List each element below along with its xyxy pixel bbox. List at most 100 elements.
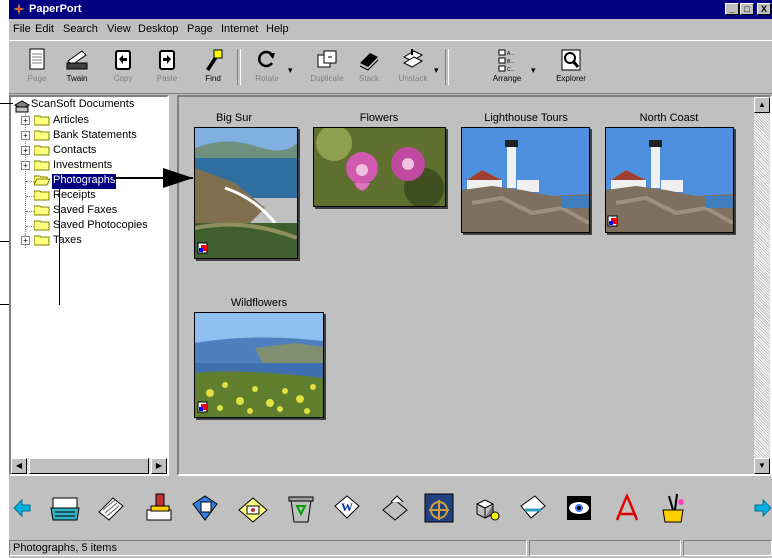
expand-icon[interactable]: +	[21, 146, 30, 155]
tree-guide	[26, 196, 34, 197]
tree-item-articles[interactable]: Articles	[53, 114, 89, 129]
menu-desktop[interactable]: Desktop	[138, 23, 178, 35]
folder-icon	[34, 160, 50, 171]
unstack-dropdown-icon[interactable]: ▾	[434, 65, 439, 76]
documents-icon[interactable]	[95, 492, 127, 524]
toolbar: Page Twain Copy Paste Find Rotate ▾ Dupl…	[9, 40, 772, 94]
unstack-button[interactable]: Unstack	[391, 45, 435, 89]
svg-text:W: W	[341, 500, 353, 514]
menu-bar: File Edit Search View Desktop Page Inter…	[9, 20, 772, 38]
tree-item-saved-faxes[interactable]: Saved Faxes	[53, 204, 117, 219]
menu-page[interactable]: Page	[187, 23, 213, 35]
typewriter-icon[interactable]	[49, 492, 81, 524]
toolbar-separator	[237, 49, 241, 85]
page-button[interactable]: Page	[15, 45, 59, 89]
ship-icon[interactable]	[423, 492, 455, 524]
minimize-button[interactable]: _	[725, 3, 739, 15]
menu-internet[interactable]: Internet	[221, 23, 258, 35]
status-text: Photographs, 5 items	[9, 540, 527, 556]
arrange-button[interactable]: A... B... C... Arrange	[485, 45, 529, 89]
scroll-right-button[interactable]: ▶	[151, 458, 167, 474]
menu-search[interactable]: Search	[63, 23, 98, 35]
window-title: PaperPort	[29, 3, 82, 15]
folder-icon	[34, 220, 50, 231]
vertical-scrollbar[interactable]	[754, 113, 770, 458]
tree-item-bank-statements[interactable]: Bank Statements	[53, 129, 137, 144]
status-pane	[683, 540, 772, 556]
folder-icon	[34, 115, 50, 126]
thumbnail-caption: Wildflowers	[230, 297, 288, 309]
expand-icon[interactable]: +	[21, 236, 30, 245]
paste-button[interactable]: Paste	[145, 45, 189, 89]
printer-icon[interactable]	[379, 492, 411, 524]
stamp-icon[interactable]	[143, 492, 175, 524]
scroll-up-button[interactable]: ▲	[754, 97, 770, 113]
stack-button[interactable]: Stack	[347, 45, 391, 89]
rotate-dropdown-icon[interactable]: ▾	[288, 65, 293, 76]
close-button[interactable]: X	[757, 3, 771, 15]
menu-edit[interactable]: Edit	[35, 23, 54, 35]
status-bar: Photographs, 5 items	[9, 538, 772, 558]
twain-button[interactable]: Twain	[55, 45, 99, 89]
find-button[interactable]: Find	[191, 45, 235, 89]
rotate-button[interactable]: Rotate	[245, 45, 289, 89]
folder-icon	[34, 130, 50, 141]
menu-view[interactable]: View	[107, 23, 131, 35]
eye-icon[interactable]	[563, 492, 595, 524]
copy-label: Copy	[113, 74, 133, 83]
paintbrush-icon[interactable]	[657, 492, 689, 524]
recycle-icon[interactable]	[285, 492, 317, 524]
scroll-down-button[interactable]: ▼	[754, 458, 770, 474]
unstack-icon	[402, 49, 424, 68]
horizontal-scroll-thumb[interactable]	[29, 458, 149, 474]
tree-guide	[26, 211, 34, 212]
page-label: Page	[27, 74, 47, 83]
fax-icon[interactable]	[189, 492, 221, 524]
folder-icon	[34, 205, 50, 216]
tree-item-taxes[interactable]: Taxes	[53, 234, 82, 249]
tree-item-contacts[interactable]: Contacts	[53, 144, 96, 159]
copy-icon	[115, 50, 131, 70]
twain-label: Twain	[66, 74, 88, 83]
tree-guide	[26, 181, 34, 182]
rotate-label: Rotate	[255, 74, 279, 83]
menu-file[interactable]: File	[13, 23, 31, 35]
envelope-icon[interactable]	[517, 492, 549, 524]
find-icon	[206, 49, 223, 71]
tree-item-saved-photocopies[interactable]: Saved Photocopies	[53, 219, 148, 234]
duplicate-button[interactable]: Duplicate	[305, 45, 349, 89]
page-icon	[29, 48, 45, 70]
title-bar[interactable]: PaperPort _ □ X	[9, 0, 772, 19]
folder-icon	[34, 235, 50, 246]
document-badge-icon	[197, 242, 208, 254]
expand-icon[interactable]: +	[21, 116, 30, 125]
tree-item-investments[interactable]: Investments	[53, 159, 112, 174]
tree-item-photographs[interactable]: Photographs	[50, 173, 118, 190]
folder-icon	[34, 190, 50, 201]
mail-icon[interactable]	[237, 492, 269, 524]
photo-north-coast	[605, 127, 734, 233]
status-pane	[529, 540, 681, 556]
photo-big-sur	[194, 127, 298, 259]
maximize-button[interactable]: □	[740, 3, 754, 15]
arrange-dropdown-icon[interactable]: ▾	[531, 65, 536, 76]
expand-icon[interactable]: +	[21, 131, 30, 140]
arrange-label: Arrange	[492, 74, 522, 83]
thumbnail-view[interactable]: Big Sur Flowers Lighthouse Tours North C…	[177, 95, 772, 476]
left-arrow-icon[interactable]	[11, 492, 31, 524]
word-icon[interactable]: W	[331, 492, 363, 524]
explorer-button[interactable]: Explorer	[549, 45, 593, 89]
tree-root[interactable]: ScanSoft Documents	[31, 98, 134, 113]
expand-icon[interactable]: +	[21, 161, 30, 170]
folder-tree[interactable]: ScanSoft Documents + Articles + Bank Sta…	[9, 95, 169, 476]
acrobat-icon[interactable]	[611, 492, 643, 524]
arrange-icon: A... B... C...	[498, 49, 515, 73]
send-to-bar: W	[9, 478, 772, 536]
cubes-icon[interactable]	[471, 492, 503, 524]
scroll-left-button[interactable]: ◀	[11, 458, 27, 474]
right-arrow-icon[interactable]	[754, 492, 772, 524]
duplicate-icon	[317, 50, 337, 68]
copy-button[interactable]: Copy	[101, 45, 145, 89]
menu-help[interactable]: Help	[266, 23, 289, 35]
callout-arrowhead-icon	[163, 168, 193, 188]
